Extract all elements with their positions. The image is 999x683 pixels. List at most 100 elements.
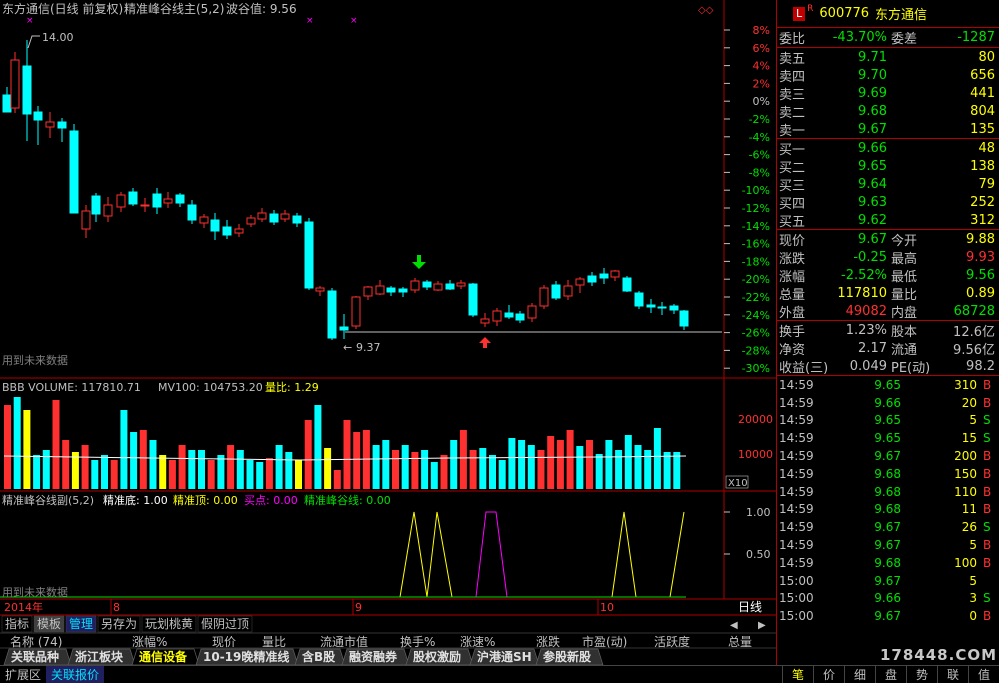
candle [163,198,173,204]
tick-time: 15:00 [779,609,814,624]
volume-bar [547,436,555,489]
block-tab[interactable]: 融资融券 [349,649,398,664]
info-label: 收益(三) [779,360,829,376]
quote-panel: L R 600776 东方通信 委比 -43.70% 委差 -1287 卖五 9.… [776,0,999,665]
bottom-view-button[interactable]: 势 [906,666,937,683]
period-button[interactable]: 日线 [738,600,762,614]
candle [210,219,220,232]
tick-time: 14:59 [779,502,814,517]
table-column-header[interactable]: 市盈(动) [582,634,627,649]
bottom-view-button[interactable]: 值 [968,666,999,683]
order-level: 卖四 [779,69,806,85]
info-value: 9.56亿 [953,342,995,358]
indicator-tabs: 指标 模板 管理 另存为 玩划桃黄 假阴过顶 [1,615,253,633]
bottom-view-button[interactable]: 价 [813,666,844,683]
tick-row: 14:59 9.67 26 S [777,518,999,536]
ind2-top: 精准顶: 0.00 [173,494,238,507]
table-column-header[interactable]: 量比 [262,635,286,649]
candle [563,285,573,297]
candle [140,204,150,207]
table-column-header[interactable]: 现价 [212,635,236,649]
pct-tick: -26% [742,327,770,340]
tick-price: 9.68 [874,502,901,517]
candle [57,121,67,129]
volume-bar [236,450,244,489]
indicator-tab[interactable]: 假阴过顶 [201,617,249,631]
volume-bar [634,445,642,489]
table-column-header[interactable]: 涨幅% [132,634,167,649]
tick-price: 9.67 [874,538,901,553]
candle [386,287,396,293]
quote-info: 现价 9.67 今开 9.88 涨跌 -0.25 最高 9.93 涨幅 -2.52% 最低 9.56 总… [777,230,999,321]
bottom-view-button[interactable]: 联 [937,666,968,683]
order-volume: 138 [970,158,995,174]
volume-bar [13,397,21,489]
table-column-header[interactable]: 名称 (74) [10,634,62,649]
block-tab[interactable]: 含B股 [302,649,336,664]
bottom-view-button[interactable]: 笔 [782,666,813,683]
indicator-tab[interactable]: 指标 [5,616,29,631]
tick-volume: 0 [969,609,977,624]
volume-bar [615,450,623,489]
diamond-icon[interactable]: ◇◇ [698,5,714,16]
tick-row: 14:59 9.67 5 B [777,536,999,554]
tick-side: B [983,609,992,624]
info-row: 收益(三) 0.049 PE(动) 98.2 [777,357,999,376]
indicator-tab[interactable]: 模板 [37,617,61,631]
candle [551,284,561,299]
candle [91,195,101,215]
indicator-tab[interactable]: 玩划桃黄 [145,616,193,631]
chart-title: 东方通信(日线 前复权) [2,1,123,16]
candle [480,318,490,324]
vol-axis-20000: 20000 [738,413,773,426]
info-label: 量比 [891,287,918,303]
scroll-left-icon[interactable]: ◀ [730,620,738,631]
tick-side: B [983,466,992,481]
watermark: 178448.COM [880,646,998,664]
volume-bar [566,430,574,489]
candle [679,310,689,327]
buy-orders: 买一 9.66 48 买二 9.65 138 买三 9.64 79 买四 9.63 252 买五 9.62… [777,139,999,230]
candle [539,287,549,307]
block-tab[interactable]: 关联品种 [11,649,59,664]
tick-volume: 5 [969,413,977,428]
block-tab[interactable]: 沪港通SH [477,649,532,664]
block-tab[interactable]: 参股新股 [543,649,592,664]
tick-volume: 200 [954,449,977,464]
table-column-header[interactable]: 总量 [728,635,752,649]
time-axis-year: 2014年 [4,600,43,614]
linked-quote-tab[interactable]: 关联报价 [46,666,105,683]
block-tab[interactable]: 10-19晚精准线 [203,649,289,664]
volume-bar [71,452,79,489]
bottom-view-button[interactable]: 盘 [875,666,906,683]
tick-price: 9.65 [874,413,901,428]
kline-chart-area[interactable]: 东方通信(日线 前复权) 精准峰谷线主(5,2) 波谷值: 9.56 × × ×… [0,0,776,665]
bottom-view-button[interactable]: 细 [844,666,875,683]
tick-volume: 15 [961,431,977,446]
tick-volume: 26 [961,520,977,535]
indicator-tab[interactable]: 另存为 [101,617,137,631]
order-row: 卖三 9.69 441 [777,84,999,103]
block-tab[interactable]: 股权激励 [413,649,461,664]
volume-bar [227,445,235,489]
ind2-axis-05: 0.50 [746,548,771,561]
table-column-header[interactable]: 换手% [400,635,435,649]
candle [116,194,126,208]
scroll-right-icon[interactable]: ▶ [758,620,766,631]
candle [199,216,209,224]
time-axis-10: 10 [600,601,614,614]
indicator-tab[interactable]: 管理 [69,616,93,631]
candle [315,287,325,292]
pct-tick: 8% [753,24,770,37]
block-tab[interactable]: 浙江板块 [75,649,124,664]
extend-tab[interactable]: 扩展区 [0,666,46,683]
tick-time: 14:59 [779,538,814,553]
table-column-header[interactable]: 流通市值 [320,634,368,649]
marker-x-icon: × [306,16,314,26]
candle [81,210,91,230]
table-column-header[interactable]: 涨速% [460,634,495,649]
block-tab[interactable]: 通信设备 [139,649,188,664]
table-column-header[interactable]: 涨跌 [536,634,560,649]
table-column-header[interactable]: 活跃度 [654,634,690,649]
order-level: 买二 [779,160,806,176]
